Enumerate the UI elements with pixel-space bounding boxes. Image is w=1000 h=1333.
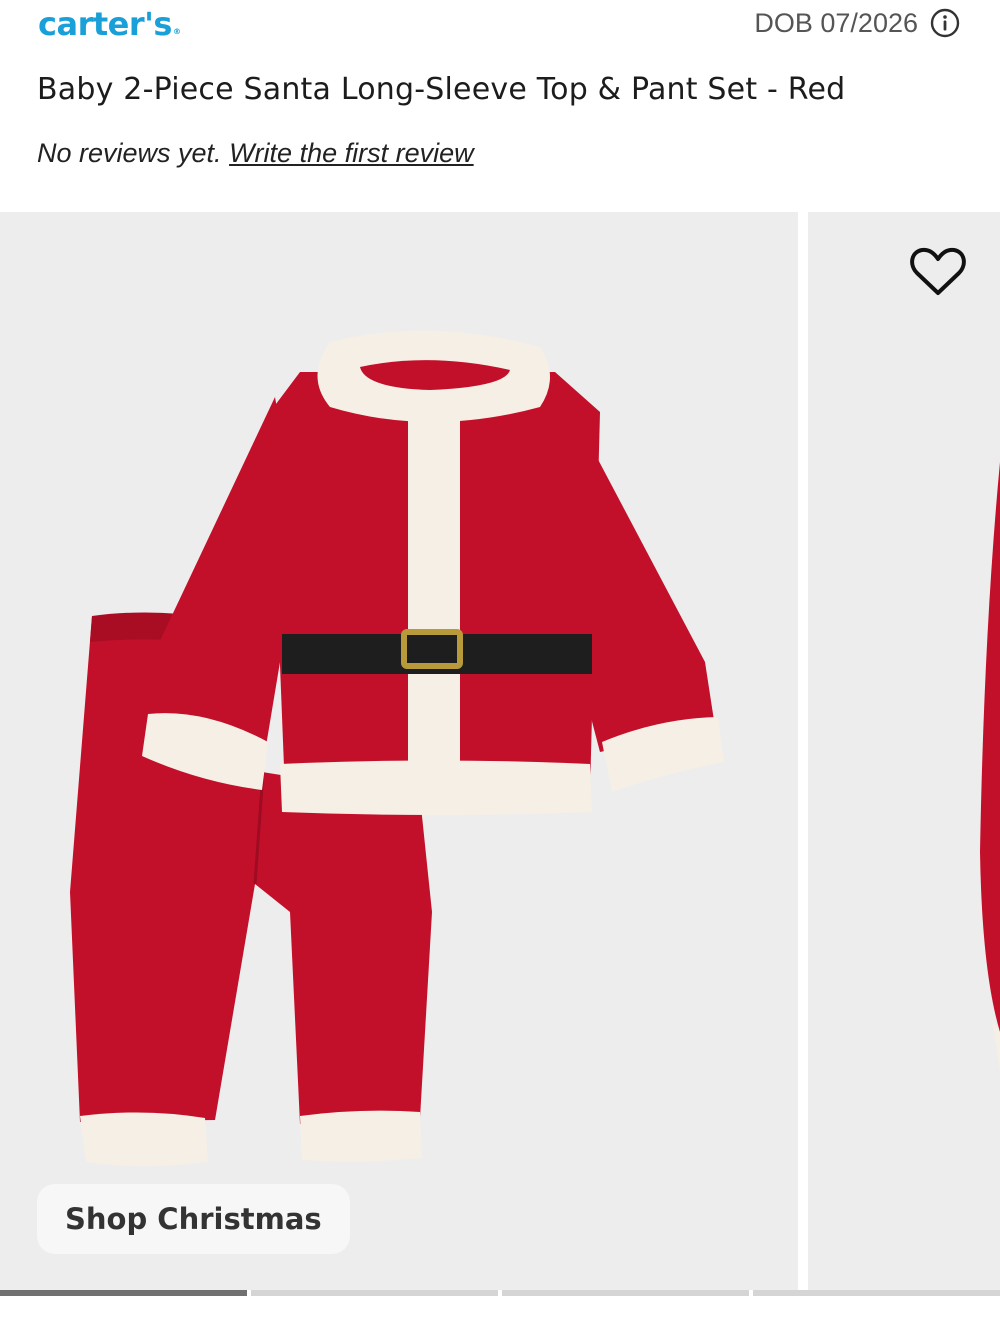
next-product-image-peek [980, 462, 1000, 1072]
reviews-summary: No reviews yet. Write the first review [37, 135, 474, 171]
progress-segment-1[interactable] [0, 1290, 247, 1296]
shirt-illustration [142, 330, 724, 815]
heart-outline-icon[interactable] [910, 246, 966, 298]
dob-indicator[interactable]: DOB 07/2026 [754, 6, 960, 40]
progress-segment-3[interactable] [502, 1290, 749, 1296]
write-review-link[interactable]: Write the first review [229, 138, 474, 168]
gallery-slide-main[interactable]: Shop Christmas [0, 212, 798, 1290]
registered-mark: ® [172, 27, 181, 36]
product-image [70, 330, 724, 1166]
shop-christmas-button[interactable]: Shop Christmas [37, 1184, 350, 1254]
progress-segment-4[interactable] [753, 1290, 1000, 1296]
image-gallery[interactable]: Shop Christmas [0, 212, 1000, 1290]
no-reviews-text: No reviews yet. [37, 138, 222, 168]
info-circle-icon[interactable] [930, 8, 960, 38]
brand-logo-text: carter's [38, 5, 172, 43]
product-title: Baby 2-Piece Santa Long-Sleeve Top & Pan… [37, 72, 846, 107]
gallery-progress [0, 1290, 1000, 1298]
progress-segment-2[interactable] [251, 1290, 498, 1296]
header: carter's® DOB 07/2026 [0, 0, 1000, 60]
dob-label: DOB 07/2026 [754, 8, 918, 38]
brand-logo[interactable]: carter's® [38, 2, 181, 46]
gallery-slide-next[interactable] [808, 212, 1000, 1290]
